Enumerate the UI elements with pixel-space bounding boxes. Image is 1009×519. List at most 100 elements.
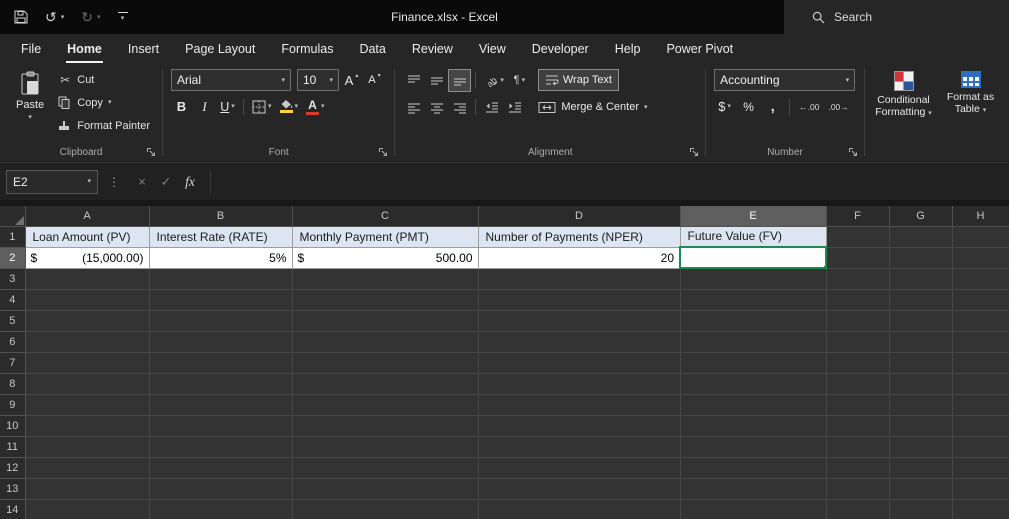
align-right-button[interactable] xyxy=(449,97,470,118)
empty-cell[interactable] xyxy=(889,415,952,436)
cell-d1[interactable]: Number of Payments (NPER) xyxy=(478,226,680,247)
cell-h1[interactable] xyxy=(952,226,1009,247)
font-name-combo[interactable]: Arial ▾ xyxy=(171,69,291,91)
empty-cell[interactable] xyxy=(889,373,952,394)
empty-cell[interactable] xyxy=(680,394,826,415)
italic-button[interactable]: I xyxy=(194,96,215,117)
tab-insert[interactable]: Insert xyxy=(115,34,172,64)
cell-e2-selected[interactable] xyxy=(680,247,826,268)
format-as-table-button[interactable]: Format as Table ▾ xyxy=(940,69,1001,144)
empty-cell[interactable] xyxy=(292,394,478,415)
empty-cell[interactable] xyxy=(478,415,680,436)
borders-button[interactable]: ▾ xyxy=(249,96,275,117)
orientation-button[interactable]: ab ▾ xyxy=(481,70,507,91)
cell-f2[interactable] xyxy=(826,247,889,268)
bottom-align-button[interactable] xyxy=(449,70,470,91)
empty-cell[interactable] xyxy=(292,331,478,352)
row-header[interactable]: 5 xyxy=(0,310,25,331)
empty-cell[interactable] xyxy=(826,436,889,457)
column-header-d[interactable]: D xyxy=(478,206,680,226)
empty-cell[interactable] xyxy=(826,331,889,352)
column-header-a[interactable]: A xyxy=(25,206,149,226)
empty-cell[interactable] xyxy=(826,394,889,415)
empty-cell[interactable] xyxy=(292,415,478,436)
empty-cell[interactable] xyxy=(292,499,478,519)
bold-button[interactable]: B xyxy=(171,96,192,117)
empty-cell[interactable] xyxy=(149,289,292,310)
empty-cell[interactable] xyxy=(478,394,680,415)
empty-cell[interactable] xyxy=(25,499,149,519)
empty-cell[interactable] xyxy=(478,331,680,352)
number-dialog-launcher[interactable] xyxy=(847,146,859,158)
enter-button[interactable]: ✓ xyxy=(154,170,178,194)
empty-cell[interactable] xyxy=(952,310,1009,331)
empty-cell[interactable] xyxy=(952,478,1009,499)
empty-cell[interactable] xyxy=(889,499,952,519)
empty-cell[interactable] xyxy=(952,436,1009,457)
cell-g1[interactable] xyxy=(889,226,952,247)
empty-cell[interactable] xyxy=(680,352,826,373)
paste-button[interactable]: Paste ▾ xyxy=(8,69,52,144)
alignment-dialog-launcher[interactable] xyxy=(688,146,700,158)
cell-e1[interactable]: Future Value (FV) xyxy=(680,226,826,247)
empty-cell[interactable] xyxy=(952,289,1009,310)
conditional-formatting-button[interactable]: Conditional Formatting ▾ xyxy=(873,69,934,144)
empty-cell[interactable] xyxy=(149,352,292,373)
font-dialog-launcher[interactable] xyxy=(377,146,389,158)
empty-cell[interactable] xyxy=(826,478,889,499)
empty-cell[interactable] xyxy=(149,415,292,436)
empty-cell[interactable] xyxy=(292,478,478,499)
empty-cell[interactable] xyxy=(680,289,826,310)
percent-style-button[interactable]: % xyxy=(738,96,759,117)
empty-cell[interactable] xyxy=(680,310,826,331)
column-header-h[interactable]: H xyxy=(952,206,1009,226)
tab-help[interactable]: Help xyxy=(602,34,654,64)
empty-cell[interactable] xyxy=(680,457,826,478)
cell-a1[interactable]: Loan Amount (PV) xyxy=(25,226,149,247)
row-header[interactable]: 4 xyxy=(0,289,25,310)
select-all-button[interactable] xyxy=(0,206,25,226)
wrap-text-button[interactable]: Wrap Text xyxy=(538,69,619,91)
empty-cell[interactable] xyxy=(25,268,149,289)
empty-cell[interactable] xyxy=(826,352,889,373)
empty-cell[interactable] xyxy=(25,310,149,331)
decrease-indent-button[interactable] xyxy=(481,97,502,118)
empty-cell[interactable] xyxy=(25,436,149,457)
empty-cell[interactable] xyxy=(149,331,292,352)
empty-cell[interactable] xyxy=(680,373,826,394)
empty-cell[interactable] xyxy=(952,457,1009,478)
name-box[interactable]: E2 ▾ xyxy=(6,170,98,194)
cell-h2[interactable] xyxy=(952,247,1009,268)
empty-cell[interactable] xyxy=(149,394,292,415)
increase-decimal-button[interactable]: ←.00 xyxy=(796,96,822,117)
format-painter-button[interactable]: Format Painter xyxy=(54,115,154,136)
empty-cell[interactable] xyxy=(25,289,149,310)
fill-color-button[interactable]: ▾ xyxy=(277,96,302,117)
empty-cell[interactable] xyxy=(889,268,952,289)
merge-and-center-button[interactable]: Merge & Center ▾ xyxy=(533,96,652,118)
row-header[interactable]: 14 xyxy=(0,499,25,519)
empty-cell[interactable] xyxy=(478,310,680,331)
row-header[interactable]: 12 xyxy=(0,457,25,478)
empty-cell[interactable] xyxy=(889,457,952,478)
increase-font-size-button[interactable]: A ▴ xyxy=(341,70,362,91)
column-header-e[interactable]: E xyxy=(680,206,826,226)
tab-review[interactable]: Review xyxy=(399,34,466,64)
empty-cell[interactable] xyxy=(149,436,292,457)
name-box-resize-handle[interactable]: ⋮ xyxy=(108,175,120,189)
accounting-number-format-button[interactable]: $ ▾ xyxy=(714,96,735,117)
empty-cell[interactable] xyxy=(889,352,952,373)
empty-cell[interactable] xyxy=(149,373,292,394)
empty-cell[interactable] xyxy=(889,310,952,331)
tab-developer[interactable]: Developer xyxy=(519,34,602,64)
formula-input[interactable] xyxy=(210,170,1009,194)
middle-align-button[interactable] xyxy=(426,70,447,91)
empty-cell[interactable] xyxy=(292,352,478,373)
empty-cell[interactable] xyxy=(25,478,149,499)
tab-page-layout[interactable]: Page Layout xyxy=(172,34,268,64)
row-header-2[interactable]: 2 xyxy=(0,247,25,268)
undo-button[interactable]: ↺ ▾ xyxy=(45,10,64,24)
tab-data[interactable]: Data xyxy=(346,34,398,64)
row-header[interactable]: 8 xyxy=(0,373,25,394)
font-size-combo[interactable]: 10 ▾ xyxy=(297,69,339,91)
